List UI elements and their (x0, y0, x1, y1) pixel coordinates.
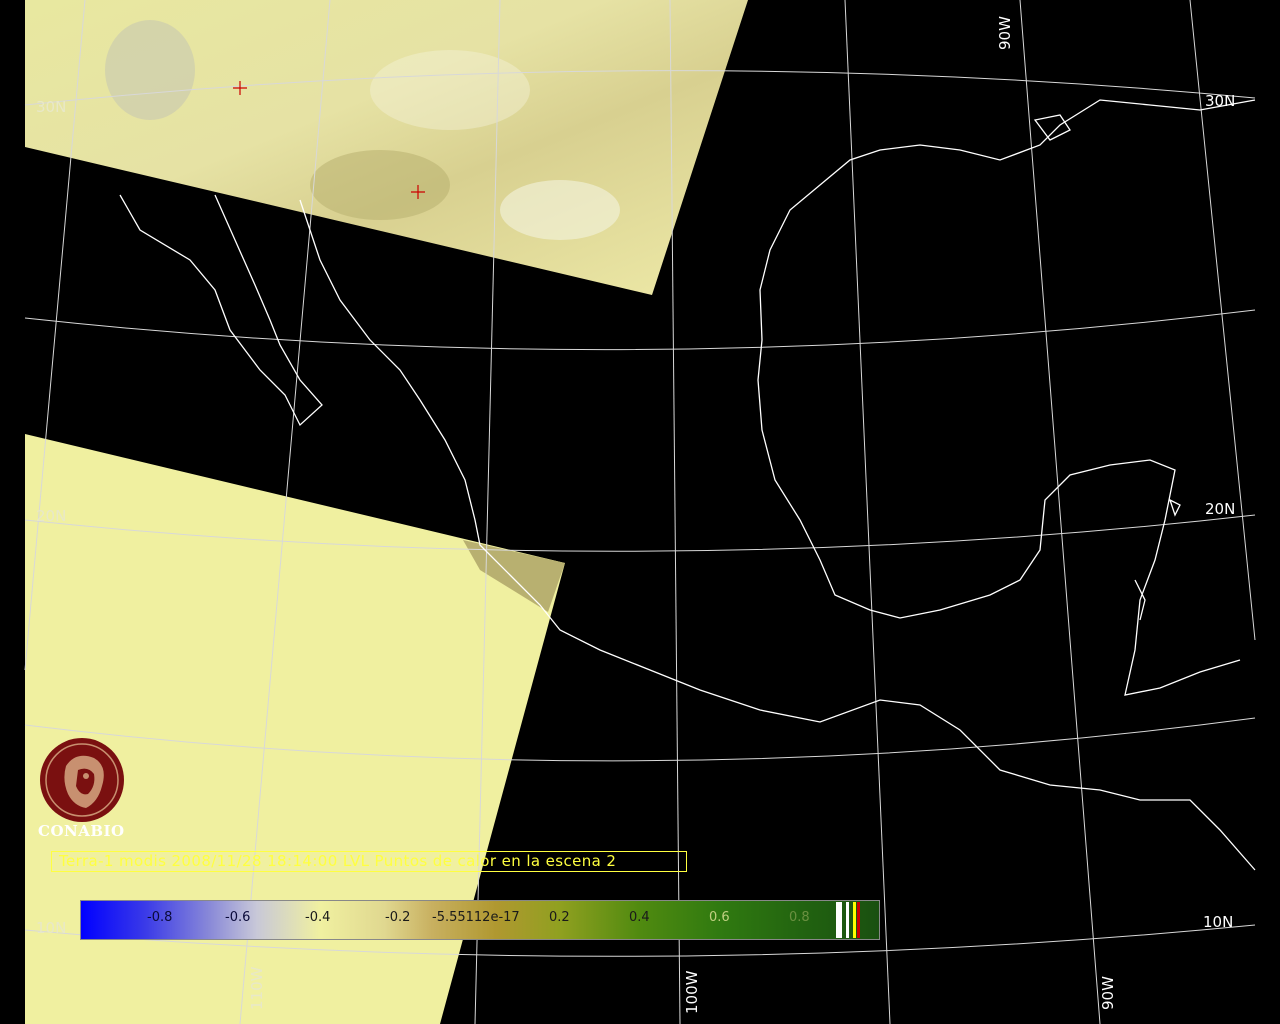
logo-label: CONABIO (38, 822, 125, 840)
colorbar-marker-white (836, 902, 842, 938)
colorbar-tick: -0.8 (147, 910, 173, 925)
colorbar-tick: 0.8 (789, 910, 810, 925)
lat-label-20-left: 20N (36, 507, 66, 525)
colorbar-tick: 0.6 (709, 910, 730, 925)
lat-label-30-left: 30N (36, 98, 66, 116)
colorbar-tick: -0.4 (305, 910, 331, 925)
colorbar-tick: 0.2 (549, 910, 570, 925)
colorbar-tick: -0.2 (385, 910, 411, 925)
colorbar-marker-yellow (853, 902, 856, 938)
lon-label-90-bottom: 90W (1099, 976, 1117, 1010)
colorbar-tick: -0.6 (225, 910, 251, 925)
lon-label-100-bottom: 100W (683, 970, 701, 1014)
lat-label-30-right: 30N (1205, 92, 1235, 110)
terrain-patch (500, 180, 620, 240)
scene-title: Terra-1 modis 2008/11/28 18:14:00 LVL Pu… (59, 852, 617, 870)
colorbar-tick: 0.4 (629, 910, 650, 925)
terrain-patch (310, 150, 450, 220)
lat-label-10-left: 10N (36, 919, 66, 937)
terrain-patch (105, 20, 195, 120)
lat-label-10-right: 10N (1203, 913, 1233, 931)
lon-label-110-bottom: 110W (248, 966, 266, 1010)
colorbar-marker-white (846, 902, 849, 938)
lon-label-90-top: 90W (996, 16, 1014, 50)
lat-label-20-right: 20N (1205, 500, 1235, 518)
terrain-patch (370, 50, 530, 130)
colorbar-marker-red (857, 902, 860, 938)
colorbar-tick: -5.55112e-17 (432, 910, 520, 925)
